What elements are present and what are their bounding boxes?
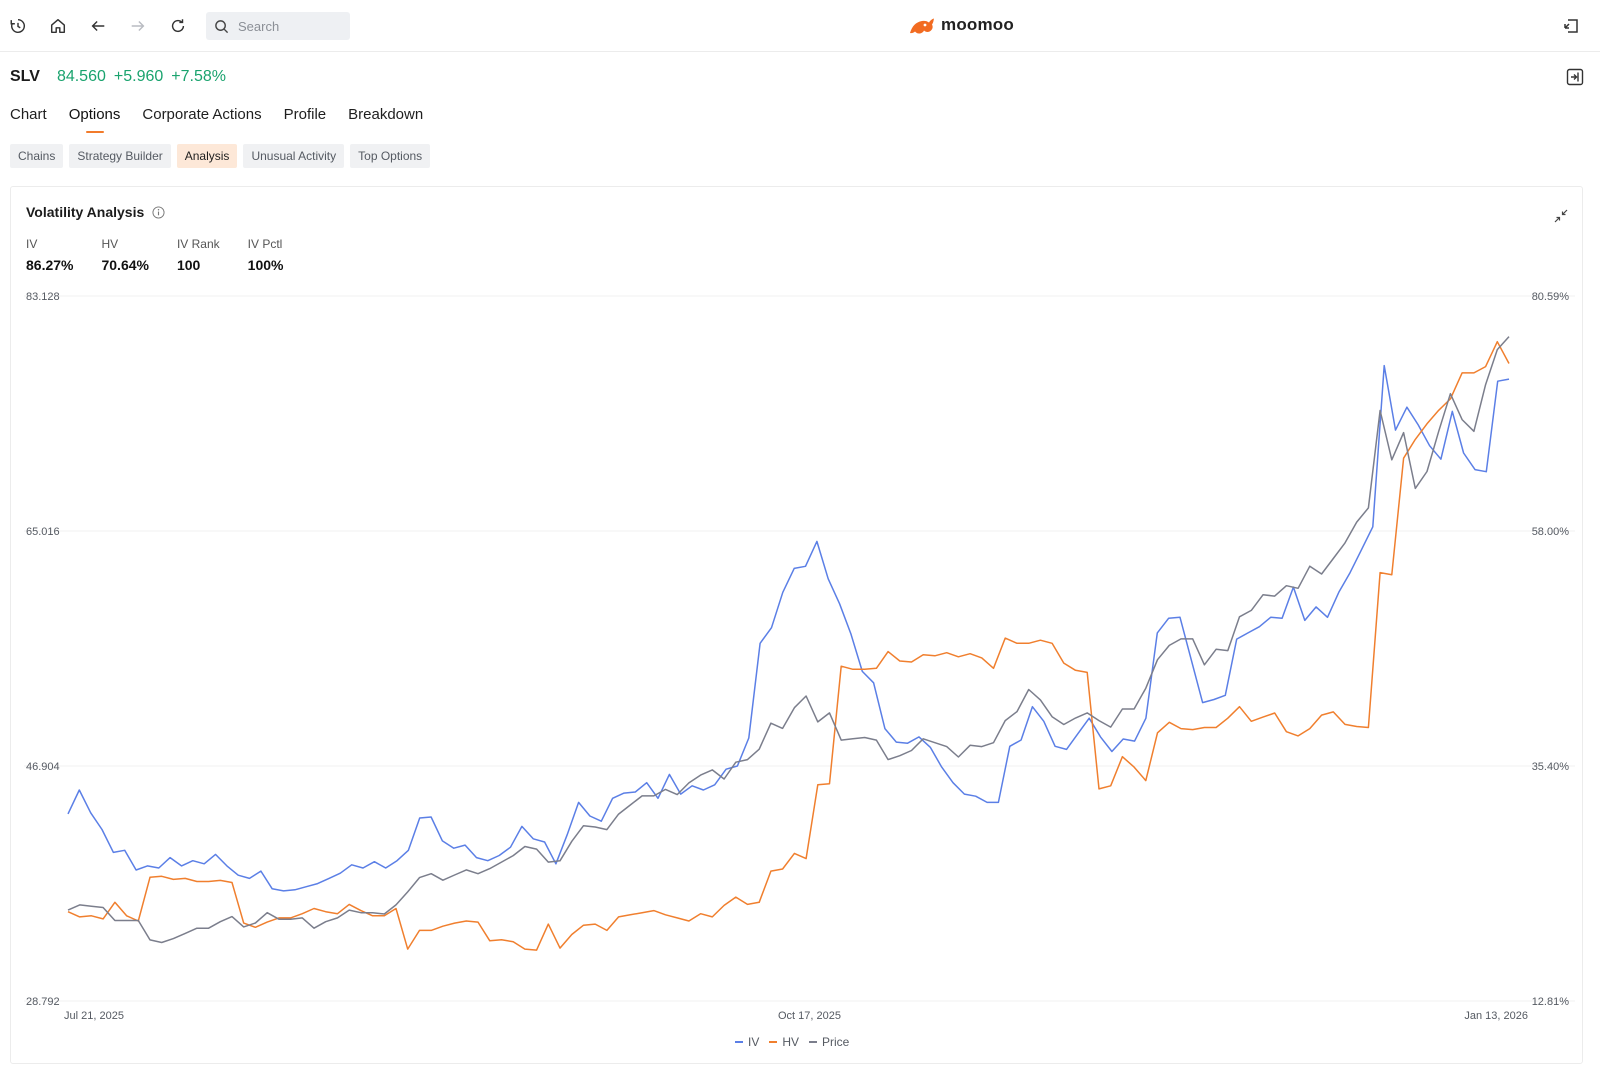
chart-legend: IV HV Price — [735, 1035, 859, 1049]
legend-label: IV — [748, 1035, 760, 1049]
left-axis-tick-label: 83.128 — [26, 291, 60, 303]
left-axis-tick-label: 28.792 — [26, 996, 60, 1008]
legend-swatch — [769, 1041, 778, 1043]
legend-swatch — [809, 1041, 818, 1043]
volatility-chart[interactable]: 83.128 80.59% 65.016 58.00% 46.904 35.40% 28.7… — [0, 0, 1600, 1077]
x-axis-tick-label: Jul 21, 2025 — [64, 1010, 124, 1022]
legend-item-iv[interactable]: IV — [735, 1035, 759, 1049]
x-axis-tick-label: Jan 13, 2026 — [1464, 1010, 1528, 1022]
right-axis-tick-label: 12.81% — [1532, 996, 1570, 1008]
legend-swatch — [735, 1041, 743, 1043]
legend-item-price[interactable]: Price — [809, 1035, 849, 1049]
right-axis-tick-label: 80.59% — [1532, 291, 1570, 303]
right-axis-tick-label: 35.40% — [1532, 761, 1570, 773]
legend-label: Price — [822, 1035, 850, 1049]
x-axis-tick-label: Oct 17, 2025 — [778, 1010, 841, 1022]
left-axis-tick-label: 65.016 — [26, 526, 60, 538]
series-line-price — [67, 336, 1510, 944]
series-line-iv — [67, 364, 1510, 892]
left-axis-tick-label: 46.904 — [26, 761, 60, 773]
series-line-hv — [67, 340, 1510, 951]
legend-item-hv[interactable]: HV — [769, 1035, 799, 1049]
right-axis-tick-label: 58.00% — [1532, 526, 1570, 538]
legend-label: HV — [782, 1035, 800, 1049]
